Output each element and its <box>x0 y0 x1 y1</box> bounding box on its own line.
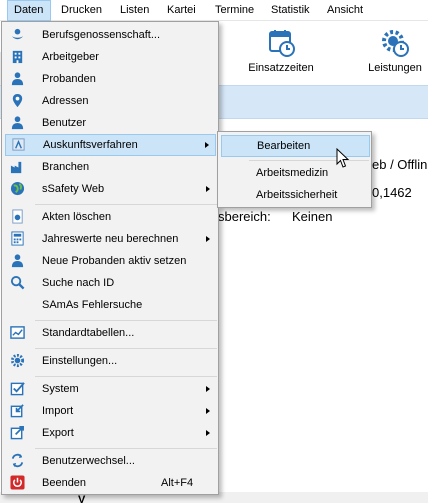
menu-item-suche-nach-id[interactable]: Suche nach ID <box>5 272 216 294</box>
menu-separator <box>35 448 217 449</box>
mouse-cursor-icon <box>336 148 350 168</box>
calculator-icon <box>11 231 24 246</box>
auskunftsverfahren-submenu: Bearbeiten Arbeitsmedizin Arbeitssicherh… <box>217 131 372 208</box>
menu-item-adressen[interactable]: Adressen <box>5 90 216 112</box>
menu-separator <box>35 204 217 205</box>
menu-item-standardtabellen[interactable]: Standardtabellen... <box>5 322 216 344</box>
menu-kartei[interactable]: Kartei <box>167 0 196 21</box>
switch-user-icon <box>11 453 24 468</box>
menu-item-ssafety-web[interactable]: sSafety Web <box>5 178 216 200</box>
user-icon <box>11 116 24 130</box>
leistungen-button[interactable]: Leistungen <box>362 28 428 74</box>
menu-item-beenden[interactable]: Beenden Alt+F4 <box>5 472 216 494</box>
menu-item-berufsgenossenschaft[interactable]: Berufsgenossenschaft... <box>5 24 216 46</box>
menu-item-jahreswerte[interactable]: Jahreswerte neu berechnen <box>5 228 216 250</box>
submenu-arrow-icon <box>206 236 210 242</box>
menu-item-samas-fehlersuche[interactable]: SAmAs Fehlersuche <box>5 294 216 316</box>
menu-separator <box>35 320 217 321</box>
import-icon <box>10 404 24 418</box>
submenu-arrow-icon <box>206 408 210 414</box>
person-activate-icon <box>11 254 24 268</box>
power-icon <box>10 475 25 490</box>
inquiry-icon <box>12 138 25 151</box>
submenu-arrow-icon <box>206 186 210 192</box>
daten-dropdown-menu: Berufsgenossenschaft... Arbeitgeber Prob… <box>1 21 219 495</box>
delete-file-icon <box>12 209 23 224</box>
menu-termine[interactable]: Termine <box>215 0 254 21</box>
submenu-arrow-icon <box>206 386 210 392</box>
menu-item-system[interactable]: System <box>5 378 216 400</box>
menubar: Daten Drucken Listen Kartei Termine Stat… <box>0 0 428 21</box>
menu-item-import[interactable]: Import <box>5 400 216 422</box>
bg-text-web: eb / Offlin <box>372 157 428 172</box>
menu-item-neue-probanden[interactable]: Neue Probanden aktiv setzen <box>5 250 216 272</box>
submenu-arrow-icon <box>205 142 209 148</box>
globe-icon <box>10 181 25 196</box>
submenu-separator <box>249 160 369 161</box>
bg-text-version: 0,1462 <box>372 185 412 200</box>
building-icon <box>12 50 23 64</box>
gear-clock-icon <box>382 30 409 57</box>
table-icon <box>10 326 25 339</box>
calendar-clock-icon <box>269 30 295 57</box>
leistungen-label: Leistungen <box>368 62 422 74</box>
menu-item-auskunftsverfahren[interactable]: Auskunftsverfahren <box>5 134 216 156</box>
bg-text-keinen: Keinen <box>292 209 333 224</box>
menu-ansicht[interactable]: Ansicht <box>327 0 363 21</box>
menu-item-branchen[interactable]: Branchen <box>5 156 216 178</box>
checkbox-icon <box>10 382 25 396</box>
person-icon <box>11 72 24 86</box>
submenu-item-arbeitssicherheit[interactable]: Arbeitssicherheit <box>221 184 370 206</box>
menu-item-arbeitgeber[interactable]: Arbeitgeber <box>5 46 216 68</box>
bg-bottom-fragment: V <box>78 494 86 503</box>
map-pin-icon <box>12 93 23 108</box>
bg-icon <box>11 28 24 40</box>
menu-item-benutzer[interactable]: Benutzer <box>5 112 216 134</box>
submenu-arrow-icon <box>206 430 210 436</box>
menu-item-probanden[interactable]: Probanden <box>5 68 216 90</box>
einsatzzeiten-button[interactable]: Einsatzzeiten <box>246 28 316 74</box>
bg-text-bereich: sbereich: <box>218 209 271 224</box>
menu-item-einstellungen[interactable]: Einstellungen... <box>5 350 216 372</box>
menu-daten[interactable]: Daten <box>7 0 51 21</box>
menu-item-benutzerwechsel[interactable]: Benutzerwechsel... <box>5 450 216 472</box>
shortcut-label: Alt+F4 <box>161 477 194 489</box>
search-icon <box>10 275 25 290</box>
export-icon <box>10 426 24 440</box>
menu-drucken[interactable]: Drucken <box>61 0 102 21</box>
menu-item-akten-loeschen[interactable]: Akten löschen <box>5 206 216 228</box>
einsatzzeiten-label: Einsatzzeiten <box>248 62 314 74</box>
menu-statistik[interactable]: Statistik <box>271 0 310 21</box>
menu-item-export[interactable]: Export <box>5 422 216 444</box>
menu-listen[interactable]: Listen <box>120 0 149 21</box>
menu-separator <box>35 376 217 377</box>
industry-icon <box>10 161 22 174</box>
menu-separator <box>35 348 217 349</box>
gear-icon <box>10 353 25 368</box>
